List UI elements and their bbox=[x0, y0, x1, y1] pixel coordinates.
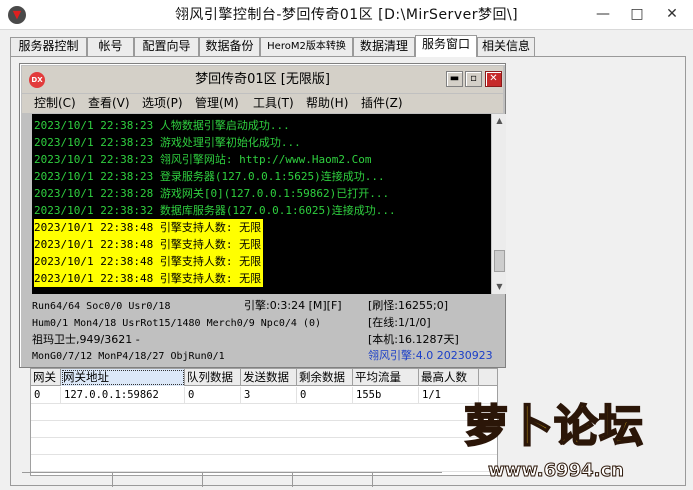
col-remaining-data[interactable]: 剩余数据 bbox=[297, 369, 353, 386]
minimize-button[interactable]: — bbox=[588, 0, 618, 30]
log-line-highlighted: 2023/10/1 22:38:48 引擎支持人数: 无限 bbox=[34, 219, 264, 236]
log-scrollbar[interactable]: ▲ ▼ bbox=[491, 114, 506, 294]
cell-sent: 3 bbox=[241, 387, 297, 404]
maximize-button[interactable]: □ bbox=[622, 0, 652, 30]
col-queue-data[interactable]: 队列数据 bbox=[185, 369, 241, 386]
status-panel: Run64/64 Soc0/0 Usr0/18 引擎:0:3:24 [M][F]… bbox=[32, 296, 504, 366]
scroll-down-icon[interactable]: ▼ bbox=[492, 280, 507, 294]
log-line: 2023/10/1 22:38:23 翎风引擎网站: http://www.Ha… bbox=[34, 153, 372, 166]
menu-plugins[interactable]: 插件(Z) bbox=[361, 96, 403, 111]
toolbar-divider bbox=[202, 473, 203, 487]
cell-avg-traffic: 155b bbox=[353, 387, 419, 404]
title-bar: ▼ 翎风引擎控制台-梦回传奇01区 [D:\MirServer梦回\] — □ … bbox=[0, 0, 693, 30]
menu-bar: 控制(C) 查看(V) 选项(P) 管理(M) 工具(T) 帮助(H) 插件(Z… bbox=[22, 94, 503, 113]
forum-watermark: 萝卜论坛 www.6994.cn bbox=[444, 388, 690, 488]
log-line-highlighted: 2023/10/1 22:38:48 引擎支持人数: 无限 bbox=[34, 253, 264, 270]
col-gateway-address[interactable]: 网关地址 bbox=[61, 369, 185, 386]
console-title: 梦回传奇01区 [无限版] bbox=[195, 72, 330, 87]
col-sent-data[interactable]: 发送数据 bbox=[241, 369, 297, 386]
cell-gateway: 0 bbox=[31, 387, 61, 404]
bottom-toolbar bbox=[22, 472, 442, 487]
gateway-table-header: 网关 网关地址 队列数据 发送数据 剩余数据 平均流量 最高人数 bbox=[31, 369, 497, 386]
scroll-thumb[interactable] bbox=[494, 250, 505, 272]
tab-server-control[interactable]: 服务器控制 bbox=[10, 37, 87, 56]
col-avg-traffic[interactable]: 平均流量 bbox=[353, 369, 419, 386]
stat-online: [在线:1/1/0] bbox=[368, 316, 431, 329]
tab-data-backup[interactable]: 数据备份 bbox=[199, 37, 260, 56]
console-window: DX 梦回传奇01区 [无限版] ▬ ▫ ✕ 控制(C) 查看(V) 选项(P)… bbox=[19, 63, 506, 368]
menu-help[interactable]: 帮助(H) bbox=[306, 96, 348, 111]
toolbar-divider bbox=[292, 473, 293, 487]
tab-account[interactable]: 帐号 bbox=[87, 37, 134, 56]
stat-engine: 引擎:0:3:24 [M][F] bbox=[244, 299, 342, 312]
tab-related-info[interactable]: 相关信息 bbox=[477, 37, 535, 56]
cell-remaining: 0 bbox=[297, 387, 353, 404]
col-gateway[interactable]: 网关 bbox=[31, 369, 61, 386]
menu-tools[interactable]: 工具(T) bbox=[253, 96, 294, 111]
log-line-highlighted: 2023/10/1 22:38:48 引擎支持人数: 无限 bbox=[34, 236, 264, 253]
menu-view[interactable]: 查看(V) bbox=[88, 96, 130, 111]
menu-control[interactable]: 控制(C) bbox=[34, 96, 76, 111]
toolbar-divider bbox=[372, 473, 373, 487]
stat-mon: MonG0/7/12 MonP4/18/27 ObjRun0/1 bbox=[32, 351, 225, 362]
log-line: 2023/10/1 22:38:23 游戏处理引擎初始化成功... bbox=[34, 136, 301, 149]
tab-config-wizard[interactable]: 配置向导 bbox=[134, 37, 199, 56]
table-row[interactable]: 0 127.0.0.1:59862 0 3 0 155b 1/1 bbox=[31, 387, 497, 404]
engine-version: 翎风引擎:4.0 20230923 bbox=[368, 349, 493, 362]
col-max-players[interactable]: 最高人数 bbox=[419, 369, 479, 386]
tab-herom2-convert[interactable]: HeroM2版本转换 bbox=[260, 37, 353, 56]
toolbar-divider bbox=[112, 473, 113, 487]
tab-data-cleanup[interactable]: 数据清理 bbox=[353, 37, 415, 56]
watermark-text: 萝卜论坛 bbox=[463, 400, 644, 453]
watermark-url: www.6994.cn bbox=[488, 460, 625, 482]
tab-service-window[interactable]: 服务窗口 bbox=[415, 35, 477, 57]
log-line: 2023/10/1 22:38:28 游戏网关[0](127.0.0.1:598… bbox=[34, 187, 390, 200]
stat-guard: 祖玛卫士,949/3621 - bbox=[32, 333, 140, 346]
table-row-empty bbox=[31, 438, 497, 455]
console-close-button[interactable]: ✕ bbox=[485, 71, 502, 87]
scroll-up-icon[interactable]: ▲ bbox=[492, 114, 507, 128]
log-line: 2023/10/1 22:38:32 数据库服务器(127.0.0.1:6025… bbox=[34, 204, 396, 217]
log-line: 2023/10/1 22:38:23 人物数据引擎启动成功... bbox=[34, 119, 290, 132]
console-maximize-button[interactable]: ▫ bbox=[465, 71, 482, 87]
menu-options[interactable]: 选项(P) bbox=[142, 96, 183, 111]
table-row-empty bbox=[31, 455, 497, 472]
cell-queue: 0 bbox=[185, 387, 241, 404]
console-minimize-button[interactable]: ▬ bbox=[446, 71, 463, 87]
table-row-empty bbox=[31, 404, 497, 421]
log-console[interactable]: 2023/10/1 22:38:23 人物数据引擎启动成功... 2023/10… bbox=[32, 114, 491, 294]
console-title-bar: DX 梦回传奇01区 [无限版] ▬ ▫ ✕ bbox=[22, 66, 503, 93]
menu-manage[interactable]: 管理(M) bbox=[195, 96, 239, 111]
stat-run: Run64/64 Soc0/0 Usr0/18 bbox=[32, 301, 171, 312]
log-line: 2023/10/1 22:38:23 登录服务器(127.0.0.1:5625)… bbox=[34, 170, 385, 183]
stat-local: [本机:16.1287天] bbox=[368, 333, 459, 346]
stat-hum: Hum0/1 Mon4/18 UsrRot15/1480 Merch0/9 Np… bbox=[32, 318, 321, 329]
stat-refresh: [刷怪:16255;0] bbox=[368, 299, 448, 312]
close-button[interactable]: ✕ bbox=[657, 0, 687, 30]
gateway-table: 网关 网关地址 队列数据 发送数据 剩余数据 平均流量 最高人数 0 127.0… bbox=[30, 368, 498, 476]
cell-address: 127.0.0.1:59862 bbox=[61, 387, 185, 404]
table-row-empty bbox=[31, 421, 497, 438]
log-line-highlighted: 2023/10/1 22:38:48 引擎支持人数: 无限 bbox=[34, 270, 264, 287]
